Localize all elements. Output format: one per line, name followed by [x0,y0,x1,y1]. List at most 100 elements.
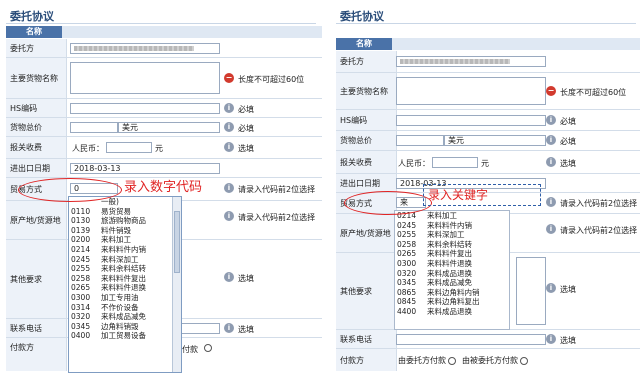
goods-name-textarea[interactable] [70,62,220,94]
label-origin: 原产地/货源地 [336,214,397,252]
currency-select[interactable]: 美元 [444,135,546,146]
dropdown-option[interactable]: 0265 来料料件退换 [69,283,181,293]
label-origin: 原产地/货源地 [6,201,67,239]
label-io-date: 进出口日期 [336,174,397,192]
dropdown-option[interactable]: 0110 易货贸易 [69,207,181,217]
dropdown-option[interactable]: 0300 来料料件退换 [395,259,509,269]
yuan-label: 元 [155,144,163,153]
row-customs-fee: 报关收费 人民币： 元 i 选填 [6,137,322,159]
dropdown-option[interactable]: 0200 来料加工 [69,235,181,245]
label-hs-code: HS编码 [6,99,67,117]
option-code: 0139 [71,225,91,235]
total-price-input[interactable] [396,135,444,146]
row-total-price: 货物总价 美元 i 必填 [336,131,640,151]
hs-code-input[interactable] [70,103,220,114]
payer-radio[interactable] [202,343,214,352]
customs-fee-input[interactable] [432,157,478,168]
left-agreement-panel: 委托协议 名称 委托方 主要货物名称 − 长度不可超过60位 HS编码 i 必填… [0,0,322,373]
option-name: 来料边角料内销 [427,287,480,297]
dropdown-option[interactable]: 0865 来料边角料内销 [395,288,509,298]
dropdown-option[interactable]: 0139 料件销毁 [69,226,181,236]
contact-input[interactable] [396,334,546,345]
info-icon: i [546,283,556,293]
row-hs-code: HS编码 i 必填 [6,99,322,118]
dropdown-option[interactable]: 0320 来料成品减免 [69,312,181,322]
payer-option-agent[interactable]: 由被委托方付款 [462,355,530,366]
currency-select[interactable]: 美元 [118,122,220,133]
dropdown-option[interactable]: 4400 来料成品退换 [395,307,509,317]
trade-mode-dropdown[interactable]: 一般) 0110 易货贸易 0130 旅游购物商品 0139 料件销毁 0200 来料加工 021… [68,196,182,373]
info-icon: i [224,183,234,193]
label-goods-name: 主要货物名称 [6,58,67,98]
dropdown-option[interactable]: 0245 来料深加工 [69,255,181,265]
option-code: 0245 [397,220,417,230]
dropdown-option[interactable]: 0345 边角料销毁 [69,322,181,332]
label-other-req: 其他要求 [6,240,67,318]
origin-hint: 请录入代码前2位选择 [238,213,316,222]
principal-input[interactable] [70,43,220,54]
option-code: 0245 [71,254,91,264]
option-code: 0300 [397,258,417,268]
io-date-input[interactable]: 2018-03-13 [70,163,220,174]
dropdown-option[interactable]: 0314 不作价设备 [69,303,181,313]
yuan-label: 元 [481,159,489,168]
dropdown-option[interactable]: 0214 来料料件内销 [69,245,181,255]
dropdown-option[interactable]: 0265 来料料件复出 [395,249,509,259]
dropdown-option[interactable]: 0345 来料成品减免 [395,278,509,288]
option-name: 来料成品退换 [427,268,472,278]
row-goods-name: 主要货物名称 − 长度不可超过60位 [336,73,640,110]
scrollbar-thumb[interactable] [174,211,180,273]
option-name: 来料加工 [101,235,131,245]
trade-mode-hint: 请录入代码前2位选择 [560,199,638,208]
option-name: 来料料件内销 [101,244,146,254]
length-warning: 长度不可超过60位 [560,88,627,97]
dropdown-option[interactable]: 0245 来料料件内销 [395,221,509,231]
option-name: 来料成品减免 [101,312,146,322]
option-name: 加工专用油 [101,292,139,302]
label-io-date: 进出口日期 [6,159,67,177]
dropdown-option[interactable]: 0400 加工贸易设备 [69,331,181,341]
option-code: 0314 [71,302,91,312]
trade-mode-hint: 请录入代码前2位选择 [238,185,316,194]
dropdown-option[interactable]: 0255 来料余料结转 [69,264,181,274]
highlight-oval [344,191,432,215]
label-hs-code: HS编码 [336,110,397,130]
row-principal: 委托方 [336,51,640,73]
row-payer: 付款方 由委托方付款 由被委托方付款 [336,349,640,371]
dropdown-option[interactable]: 0845 来料边角料复出 [395,297,509,307]
customs-fee-input[interactable] [106,142,152,153]
redacted-text [400,59,510,64]
dropdown-option[interactable]: 0258 来料余料结转 [395,240,509,250]
dropdown-option[interactable]: 0258 来料料件复出 [69,274,181,284]
dropdown-option[interactable]: 0255 来料深加工 [395,230,509,240]
hs-code-input[interactable] [396,115,546,126]
option-code: 0255 [397,230,417,240]
total-price-input[interactable] [70,122,118,133]
label-payer: 付款方 [336,349,397,371]
required-hint: 必填 [560,137,576,146]
option-code: 0255 [71,264,91,274]
dropdown-option[interactable]: 0300 加工专用油 [69,293,181,303]
radio-icon [448,356,456,365]
principal-input[interactable] [396,56,546,67]
row-contact: 联系电话 i 选填 [336,330,640,349]
dropdown-scrollbar[interactable] [172,197,181,372]
trade-mode-dropdown[interactable]: 0214 来料加工 0245 来料料件内销 0255 来料深加工 0258 来料余料结转 026… [394,210,510,330]
payer-option-principal[interactable]: 由委托方付款 [398,355,458,366]
option-name: 来料成品减免 [427,278,472,288]
option-code: 0258 [71,273,91,283]
goods-name-textarea[interactable] [396,77,546,105]
row-total-price: 货物总价 美元 i 必填 [6,118,322,137]
dropdown-option[interactable]: 0130 旅游购物商品 [69,216,181,226]
option-name: 来料加工 [427,211,457,220]
label-contact: 联系电话 [336,330,397,348]
payer-option-agent-label: 由被委托方付款 [462,356,518,365]
other-req-textarea[interactable] [516,257,546,325]
option-code: 4400 [397,306,417,316]
dropdown-option[interactable]: 0320 来料成品退换 [395,269,509,279]
option-code: 0265 [71,283,91,293]
optional-hint: 选填 [560,336,576,345]
option-name: 易货贸易 [101,206,131,216]
option-name: 旅游购物商品 [101,216,146,226]
column-header-rest [62,26,322,38]
